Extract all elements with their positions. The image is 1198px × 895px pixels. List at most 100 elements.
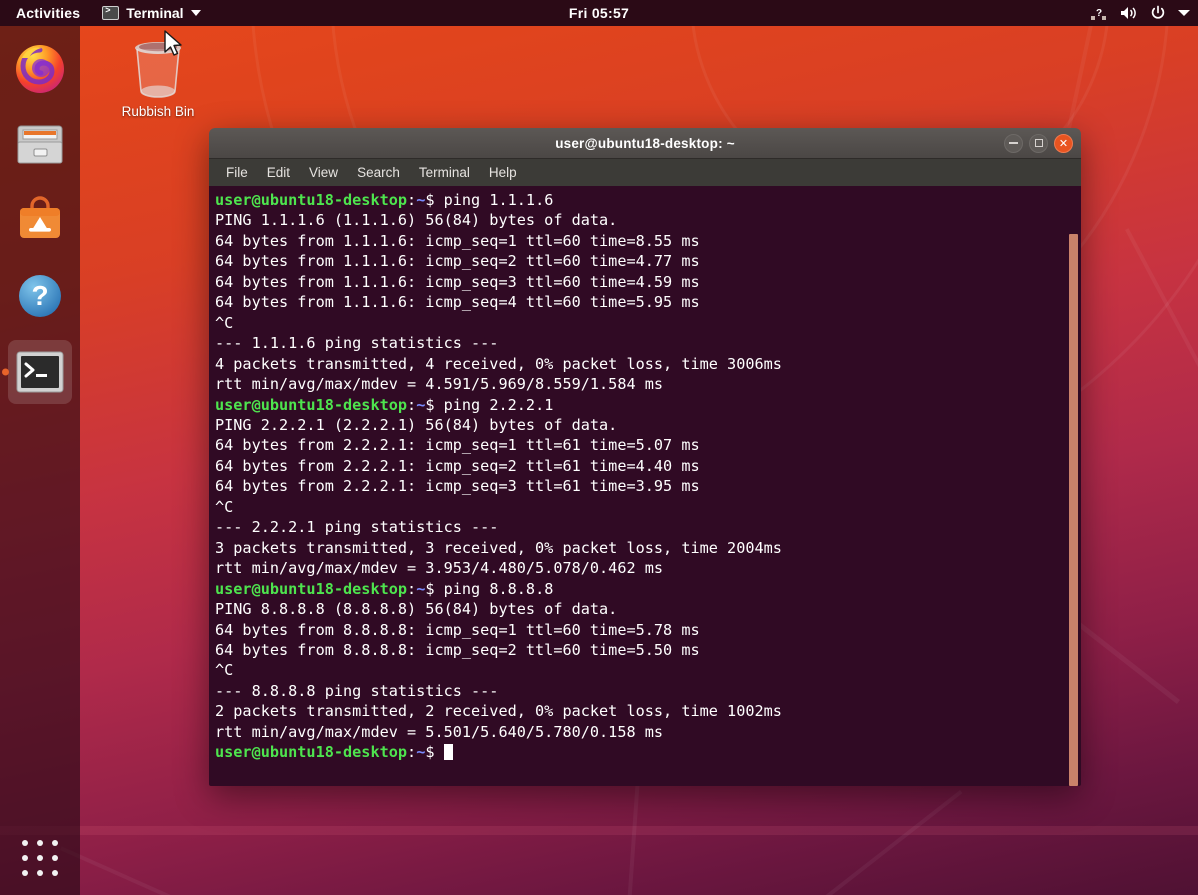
grid-dot	[52, 870, 58, 876]
menu-file[interactable]: File	[223, 163, 251, 182]
terminal-output-line: 64 bytes from 2.2.2.1: icmp_seq=3 ttl=61…	[215, 476, 1081, 496]
terminal-output-line: 64 bytes from 8.8.8.8: icmp_seq=2 ttl=60…	[215, 640, 1081, 660]
terminal-output-line: 64 bytes from 8.8.8.8: icmp_seq=1 ttl=60…	[215, 620, 1081, 640]
terminal-output-line: rtt min/avg/max/mdev = 5.501/5.640/5.780…	[215, 722, 1081, 742]
grid-dot	[37, 855, 43, 861]
grid-dot	[52, 855, 58, 861]
grid-dot	[22, 840, 28, 846]
terminal-output-line: 64 bytes from 1.1.1.6: icmp_seq=1 ttl=60…	[215, 231, 1081, 251]
menu-terminal[interactable]: Terminal	[416, 163, 473, 182]
terminal-prompt-line: user@ubuntu18-desktop:~$	[215, 742, 1081, 762]
terminal-output-line: ^C	[215, 660, 1081, 680]
grid-dot	[22, 855, 28, 861]
prompt-colon: :	[407, 191, 416, 209]
terminal-app-icon	[16, 351, 64, 393]
desktop-icon-label: Rubbish Bin	[122, 104, 195, 119]
terminal-icon	[102, 6, 119, 20]
maximize-button[interactable]	[1029, 134, 1048, 153]
activities-button[interactable]: Activities	[10, 3, 86, 23]
terminal-output-line: PING 1.1.1.6 (1.1.1.6) 56(84) bytes of d…	[215, 210, 1081, 230]
grid-dot	[22, 870, 28, 876]
close-button[interactable]: ✕	[1054, 134, 1073, 153]
app-menu-terminal[interactable]: Terminal	[102, 5, 200, 21]
terminal-prompt-line: user@ubuntu18-desktop:~$ ping 1.1.1.6	[215, 190, 1081, 210]
help-icon: ?	[15, 271, 65, 321]
firefox-icon	[13, 41, 67, 95]
terminal-output-line: ^C	[215, 497, 1081, 517]
prompt-path: ~	[416, 743, 425, 761]
wallpaper-line	[787, 790, 963, 895]
volume-icon[interactable]	[1120, 5, 1138, 21]
text-cursor	[444, 744, 453, 760]
minimize-button[interactable]	[1004, 134, 1023, 153]
terminal-prompt-line: user@ubuntu18-desktop:~$ ping 8.8.8.8	[215, 579, 1081, 599]
terminal-output-line: --- 2.2.2.1 ping statistics ---	[215, 517, 1081, 537]
shell-prompt: user@ubuntu18-desktop	[215, 191, 407, 209]
shell-prompt: user@ubuntu18-desktop	[215, 580, 407, 598]
ubuntu-software-icon	[15, 195, 65, 245]
svg-text:?: ?	[31, 280, 48, 311]
shell-prompt: user@ubuntu18-desktop	[215, 396, 407, 414]
terminal-output-line: PING 2.2.2.1 (2.2.2.1) 56(84) bytes of d…	[215, 415, 1081, 435]
dock-item-files[interactable]	[8, 112, 72, 176]
terminal-output-line: 3 packets transmitted, 3 received, 0% pa…	[215, 538, 1081, 558]
menu-search[interactable]: Search	[354, 163, 403, 182]
shell-prompt: user@ubuntu18-desktop	[215, 743, 407, 761]
terminal-text: user@ubuntu18-desktop:~$ ping 1.1.1.6PIN…	[212, 190, 1081, 763]
prompt-path: ~	[416, 191, 425, 209]
terminal-scrollbar[interactable]	[1069, 234, 1078, 786]
menu-view[interactable]: View	[306, 163, 341, 182]
chevron-down-icon	[191, 10, 201, 16]
terminal-output-line: 64 bytes from 1.1.1.6: icmp_seq=3 ttl=60…	[215, 272, 1081, 292]
window-controls[interactable]: ✕	[1004, 134, 1073, 153]
terminal-output-area[interactable]: user@ubuntu18-desktop:~$ ping 1.1.1.6PIN…	[209, 186, 1081, 786]
svg-text:?: ?	[1096, 8, 1102, 19]
dock-item-firefox[interactable]	[8, 36, 72, 100]
terminal-output-line: --- 8.8.8.8 ping statistics ---	[215, 681, 1081, 701]
dock[interactable]: ?	[0, 26, 80, 895]
prompt-command: $	[425, 743, 443, 761]
power-icon[interactable]	[1150, 5, 1166, 21]
window-title: user@ubuntu18-desktop: ~	[209, 136, 1081, 151]
desktop[interactable]: Activities Terminal Fri 05:57 ?	[0, 0, 1198, 895]
terminal-output-line: 2 packets transmitted, 2 received, 0% pa…	[215, 701, 1081, 721]
wallpaper-line	[60, 846, 336, 895]
prompt-command: $ ping 8.8.8.8	[425, 580, 553, 598]
prompt-path: ~	[416, 580, 425, 598]
prompt-command: $ ping 1.1.1.6	[425, 191, 553, 209]
prompt-path: ~	[416, 396, 425, 414]
prompt-command: $ ping 2.2.2.1	[425, 396, 553, 414]
terminal-output-line: rtt min/avg/max/mdev = 4.591/5.969/8.559…	[215, 374, 1081, 394]
wallpaper-band	[0, 826, 1198, 835]
grid-dot	[37, 870, 43, 876]
terminal-output-line: 64 bytes from 2.2.2.1: icmp_seq=1 ttl=61…	[215, 435, 1081, 455]
network-unknown-icon[interactable]: ?	[1091, 6, 1108, 21]
show-applications-button[interactable]	[17, 835, 63, 881]
grid-dot	[52, 840, 58, 846]
terminal-output-line: 64 bytes from 2.2.2.1: icmp_seq=2 ttl=61…	[215, 456, 1081, 476]
grid-dot	[37, 840, 43, 846]
terminal-titlebar[interactable]: user@ubuntu18-desktop: ~ ✕	[209, 128, 1081, 159]
menu-edit[interactable]: Edit	[264, 163, 293, 182]
prompt-colon: :	[407, 743, 416, 761]
dock-item-help[interactable]: ?	[8, 264, 72, 328]
terminal-output-line: 64 bytes from 1.1.1.6: icmp_seq=2 ttl=60…	[215, 251, 1081, 271]
terminal-window[interactable]: user@ubuntu18-desktop: ~ ✕ File Edit Vie…	[209, 128, 1081, 786]
dock-item-terminal[interactable]	[8, 340, 72, 404]
top-bar: Activities Terminal Fri 05:57 ?	[0, 0, 1198, 26]
files-icon	[15, 120, 65, 168]
prompt-colon: :	[407, 396, 416, 414]
terminal-output-line: ^C	[215, 313, 1081, 333]
system-menu-caret-icon[interactable]	[1178, 9, 1190, 17]
menu-help[interactable]: Help	[486, 163, 520, 182]
prompt-colon: :	[407, 580, 416, 598]
terminal-menubar[interactable]: File Edit View Search Terminal Help	[209, 159, 1081, 186]
desktop-icon-rubbish-bin[interactable]: Rubbish Bin	[118, 34, 198, 119]
mouse-cursor	[163, 30, 183, 63]
clock[interactable]: Fri 05:57	[569, 5, 629, 21]
status-indicators[interactable]: ?	[1091, 5, 1190, 21]
terminal-output-line: PING 8.8.8.8 (8.8.8.8) 56(84) bytes of d…	[215, 599, 1081, 619]
app-menu-label: Terminal	[126, 5, 183, 21]
dock-item-ubuntu-software[interactable]	[8, 188, 72, 252]
terminal-output-line: --- 1.1.1.6 ping statistics ---	[215, 333, 1081, 353]
